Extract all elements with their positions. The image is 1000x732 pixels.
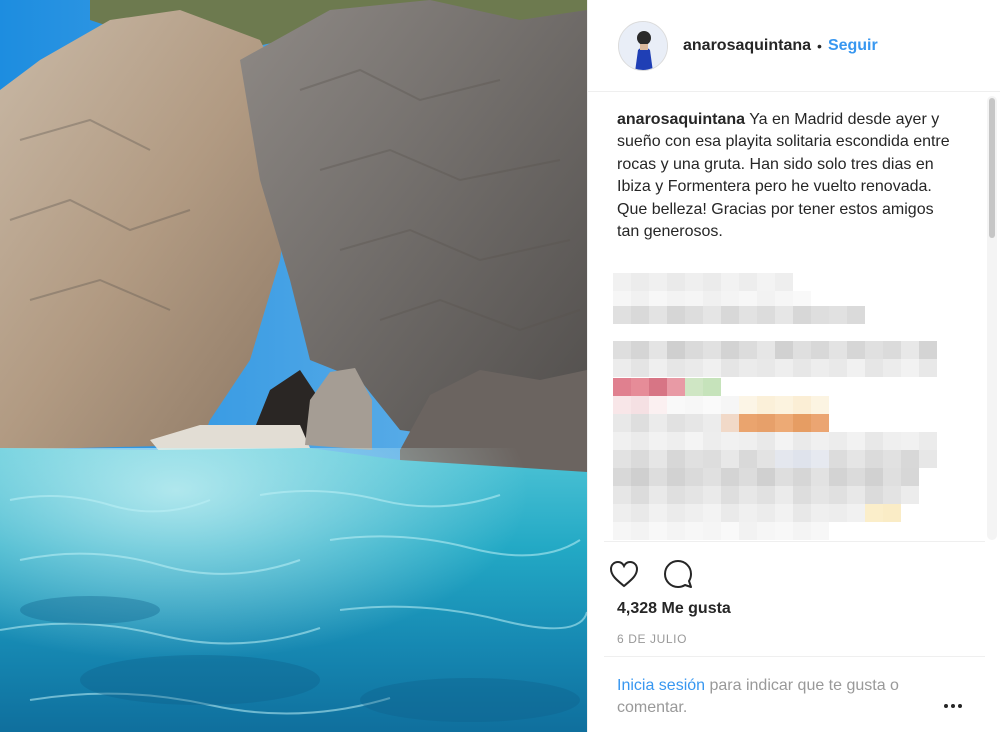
divider <box>604 541 985 542</box>
more-options-icon <box>944 704 948 708</box>
post-caption: anarosaquintana Ya en Madrid desde ayer … <box>617 109 957 243</box>
blur-row <box>613 414 829 432</box>
caption-username[interactable]: anarosaquintana <box>617 111 745 128</box>
likes-count[interactable]: 4,328 Me gusta <box>617 600 731 618</box>
blur-row <box>613 378 721 396</box>
blur-row <box>613 432 937 450</box>
blur-row <box>613 522 829 540</box>
avatar[interactable] <box>618 20 668 71</box>
post-actions <box>606 556 714 592</box>
header-separator: • <box>817 37 822 54</box>
divider <box>604 656 985 657</box>
cove-photo <box>0 0 587 732</box>
scrollbar-thumb[interactable] <box>989 98 995 238</box>
login-prompt: Inicia sesión para indicar que te gusta … <box>617 675 947 720</box>
login-link[interactable]: Inicia sesión <box>617 677 705 694</box>
blur-row <box>613 450 937 468</box>
blur-row <box>613 359 937 377</box>
comments-scrollbar[interactable] <box>987 96 997 540</box>
header-username[interactable]: anarosaquintana <box>683 37 811 55</box>
follow-button[interactable]: Seguir <box>828 37 878 55</box>
like-button[interactable] <box>606 556 642 592</box>
instagram-post: anarosaquintana • Seguir anarosaquintana… <box>0 0 1000 732</box>
avatar-image <box>619 21 667 70</box>
heart-icon <box>609 560 639 588</box>
blur-row <box>613 273 793 291</box>
comment-icon <box>664 560 692 588</box>
post-photo[interactable] <box>0 0 587 732</box>
blur-row <box>613 486 919 504</box>
comment-button[interactable] <box>660 556 696 592</box>
post-date[interactable]: 6 DE JULIO <box>617 632 687 646</box>
post-side-panel: anarosaquintana • Seguir anarosaquintana… <box>587 0 1000 732</box>
blur-row <box>613 341 937 359</box>
post-header: anarosaquintana • Seguir <box>588 0 1000 92</box>
more-options-button[interactable] <box>938 696 968 716</box>
caption-text: Ya en Madrid desde ayer y sueño con esa … <box>617 111 950 241</box>
blur-row <box>613 396 829 414</box>
blur-row <box>613 468 919 486</box>
blur-row <box>613 504 901 522</box>
blur-row <box>613 306 865 324</box>
